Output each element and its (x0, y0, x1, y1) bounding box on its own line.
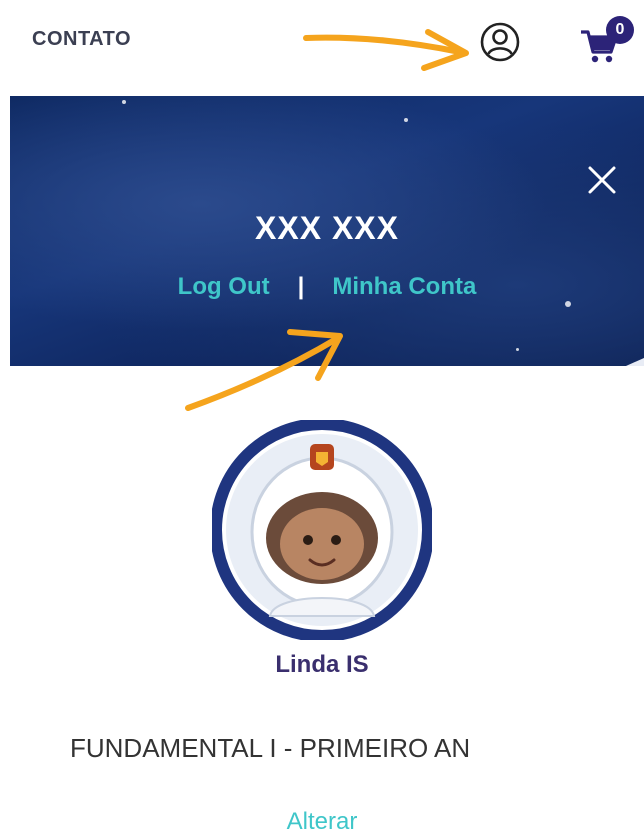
banner-decoration-stripe (513, 350, 644, 366)
star-decoration (404, 118, 408, 122)
close-panel-button[interactable] (582, 160, 622, 200)
nav-contato-link[interactable]: CONTATO (32, 28, 131, 51)
user-circle-icon (480, 22, 520, 62)
star-decoration (122, 100, 126, 104)
grade-truncation-fade (520, 728, 560, 768)
my-account-link[interactable]: Minha Conta (332, 273, 476, 300)
annotation-arrow-user-icon (303, 29, 469, 71)
account-links: Log Out | Minha Conta (0, 273, 644, 301)
astronaut-avatar-icon (210, 418, 434, 642)
student-avatar (210, 418, 434, 642)
cart-button[interactable]: 0 (578, 16, 640, 66)
star-decoration (565, 301, 571, 307)
cart-count-badge: 0 (606, 16, 634, 44)
star-decoration (516, 348, 519, 351)
student-grade: FUNDAMENTAL I - PRIMEIRO AN (70, 733, 471, 763)
change-profile-link[interactable]: Alterar (0, 808, 644, 836)
link-separator: | (297, 273, 305, 300)
student-name: Linda IS (275, 651, 369, 678)
top-header: CONTATO 0 (0, 0, 644, 90)
close-icon (588, 166, 616, 194)
user-account-button[interactable] (478, 20, 522, 64)
logout-link[interactable]: Log Out (178, 273, 270, 300)
account-user-name: XXX XXX (255, 210, 399, 246)
